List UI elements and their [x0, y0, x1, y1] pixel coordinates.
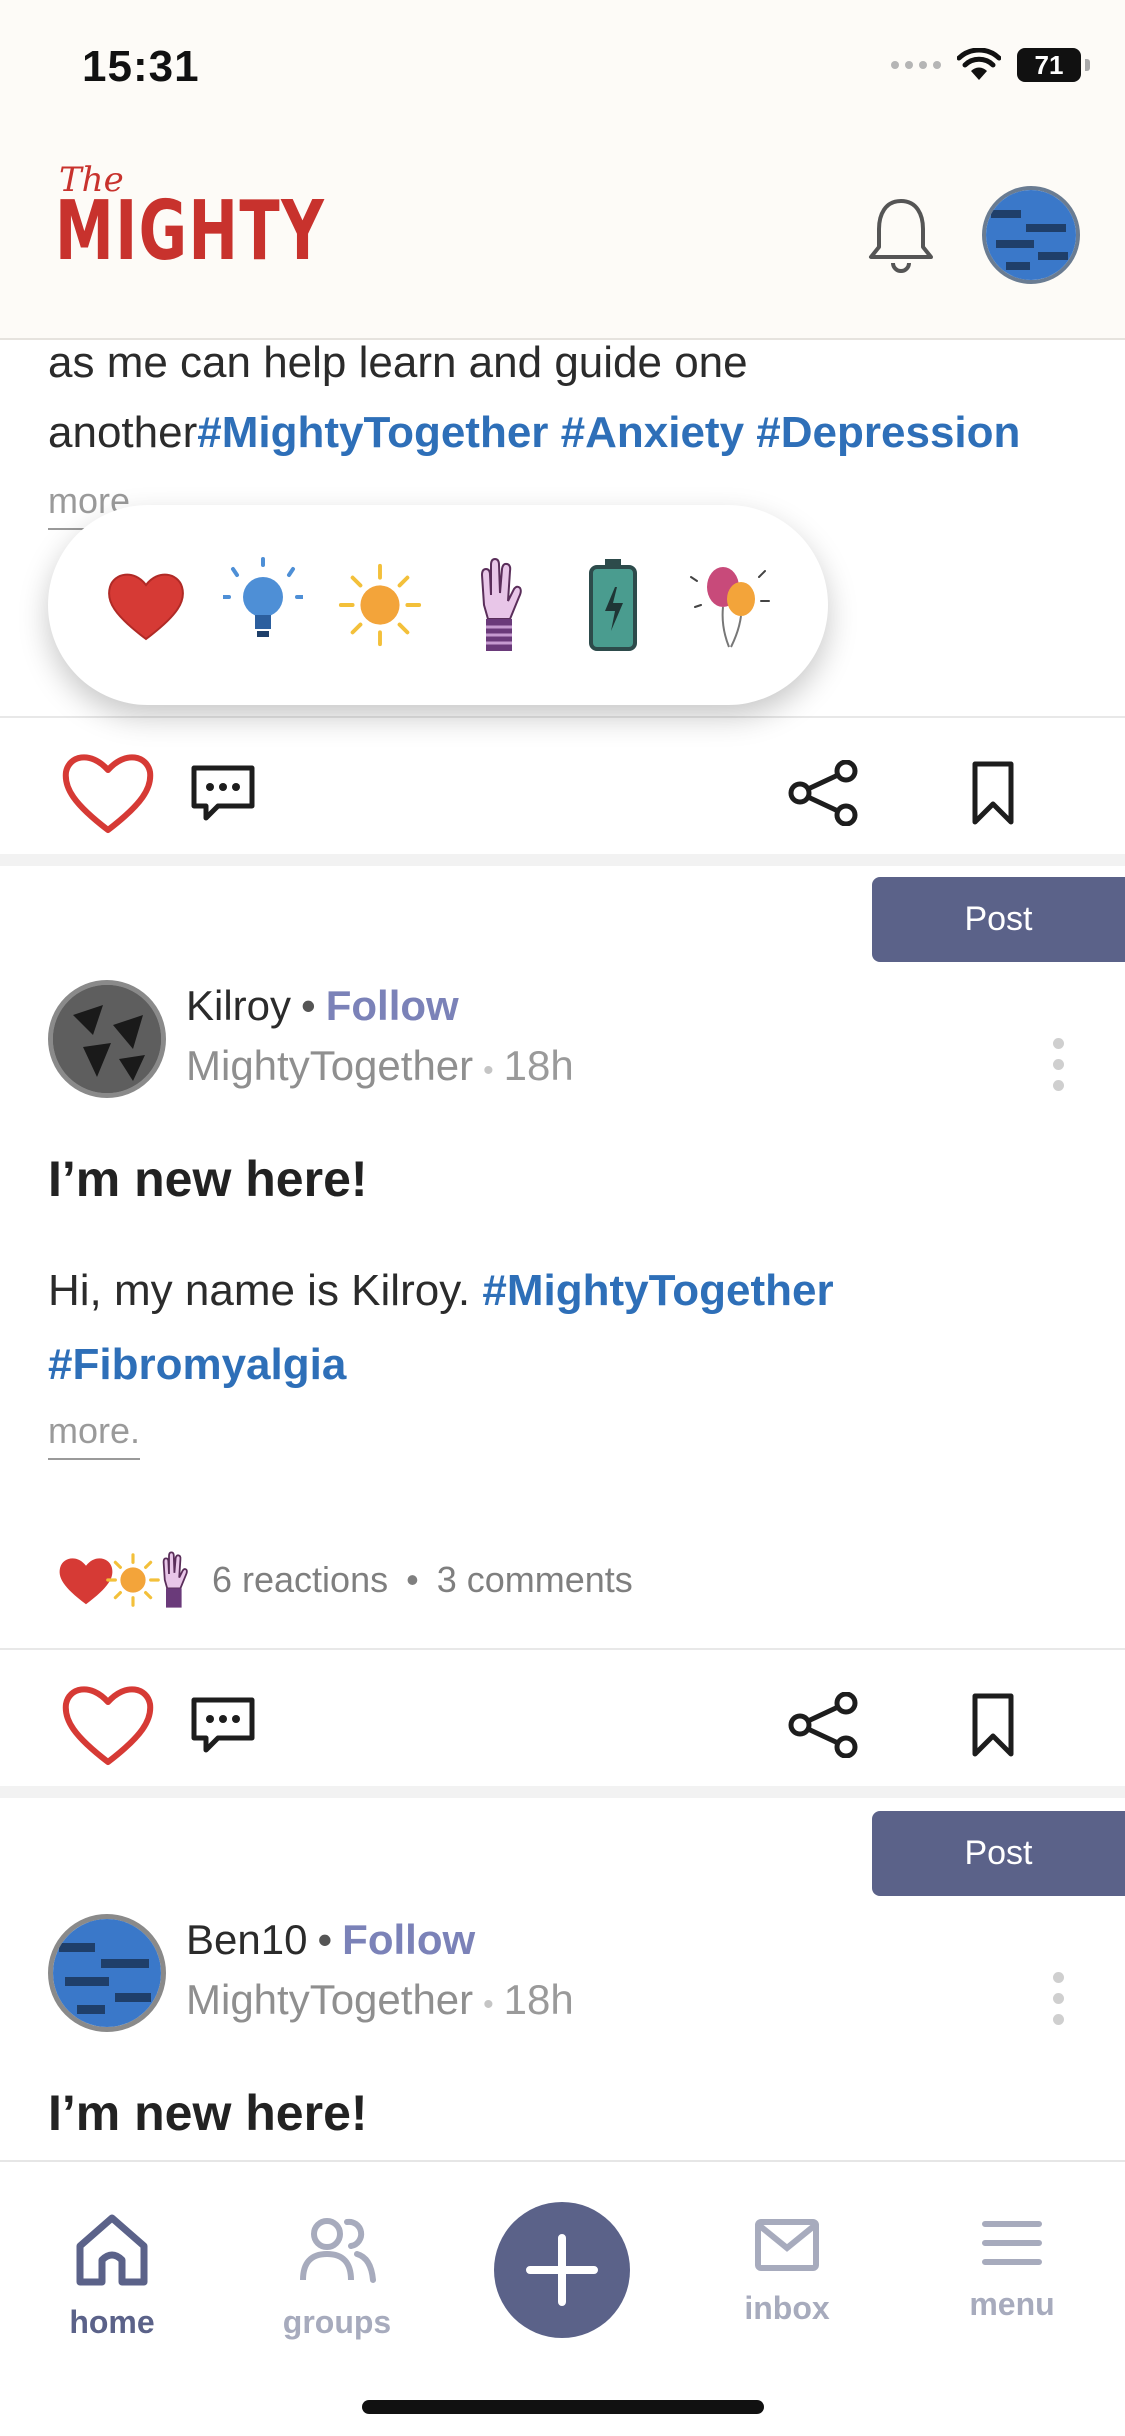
post-body-line-2: #Fibromyalgia [48, 1340, 346, 1390]
reactions-count[interactable]: 6 reactions [212, 1559, 388, 1601]
status-time: 15:31 [82, 42, 200, 91]
like-heart-icon[interactable] [60, 748, 156, 836]
bookmark-icon[interactable] [970, 1692, 1016, 1758]
separator-dot: • [483, 1054, 494, 1087]
previous-post-hashtags[interactable]: #MightyTogether #Anxiety #Depression [197, 408, 1020, 457]
author-avatar[interactable] [48, 1914, 166, 2032]
nav-inbox-label: inbox [744, 2290, 830, 2326]
create-post-button[interactable] [494, 2202, 630, 2338]
previous-post-text: another [48, 408, 198, 457]
reaction-picker [48, 505, 828, 705]
cellular-signal-icon [891, 61, 941, 69]
nav-menu[interactable]: menu [932, 2218, 1092, 2323]
status-icons: 71 [891, 48, 1090, 82]
app-header: 15:31 71 The MIGHTY [0, 0, 1125, 340]
more-options-icon[interactable] [1050, 1038, 1066, 1091]
more-options-icon[interactable] [1050, 1972, 1066, 2025]
balloons-icon[interactable] [685, 555, 775, 655]
group-name[interactable]: MightyTogether [186, 1976, 473, 2023]
separator-dot: • [317, 1916, 333, 1963]
post-body-line-1: Hi, my name is Kilroy. #MightyTogether [48, 1266, 834, 1316]
comments-count[interactable]: 3 comments [437, 1559, 633, 1601]
notifications-bell-icon[interactable] [865, 195, 937, 275]
like-heart-icon[interactable] [60, 1680, 156, 1768]
nav-groups[interactable]: groups [257, 2212, 417, 2341]
mighty-logo[interactable]: The MIGHTY [55, 160, 430, 279]
comment-icon[interactable] [188, 762, 258, 822]
battery-level: 71 [1034, 49, 1064, 80]
post-more-link[interactable]: more. [48, 1410, 141, 1460]
reaction-summary[interactable]: 6 reactions • 3 comments [56, 1550, 633, 1610]
sun-icon[interactable] [335, 555, 425, 655]
post-time: 18h [503, 1042, 574, 1089]
post-time: 18h [503, 1976, 574, 2023]
author-line: Ben10 • Follow [186, 1916, 475, 1964]
hashtag-fibromyalgia[interactable]: #Fibromyalgia [48, 1340, 346, 1389]
home-indicator[interactable] [362, 2400, 764, 2414]
post-button[interactable]: Post [872, 1811, 1125, 1896]
hamburger-menu-icon [982, 2221, 1042, 2265]
battery-icon: 71 [1017, 48, 1090, 82]
post-title[interactable]: I’m new here! [48, 1150, 368, 1208]
share-icon[interactable] [788, 1692, 860, 1758]
nav-home-label: home [69, 2304, 155, 2340]
share-icon[interactable] [788, 760, 860, 826]
home-icon [76, 2214, 148, 2286]
group-name[interactable]: MightyTogether [186, 1042, 473, 1089]
author-line: Kilroy • Follow [186, 982, 459, 1030]
nav-groups-label: groups [282, 2304, 392, 2340]
author-name[interactable]: Kilroy [186, 982, 291, 1029]
inbox-envelope-icon [755, 2219, 819, 2271]
heart-icon[interactable] [101, 555, 191, 655]
previous-post-line-1: as me can help learn and guide one [48, 338, 748, 387]
post-meta: MightyTogether • 18h [186, 1976, 574, 2024]
post-button[interactable]: Post [872, 877, 1125, 962]
separator-dot: • [483, 1988, 494, 2021]
raised-hand-icon [162, 1551, 188, 1608]
raised-hand-icon[interactable] [451, 555, 541, 655]
post-title[interactable]: I’m new here! [48, 2084, 368, 2142]
user-avatar[interactable] [982, 186, 1080, 284]
groups-icon [300, 2218, 376, 2283]
comment-icon[interactable] [188, 1694, 258, 1754]
nav-inbox[interactable]: inbox [707, 2218, 867, 2327]
lightbulb-icon[interactable] [218, 555, 308, 655]
post-meta: MightyTogether • 18h [186, 1042, 574, 1090]
nav-home[interactable]: home [32, 2212, 192, 2341]
wifi-icon [957, 48, 1001, 80]
plus-icon [526, 2234, 598, 2306]
follow-button[interactable]: Follow [342, 1916, 475, 1963]
follow-button[interactable]: Follow [326, 982, 459, 1029]
nav-menu-label: menu [969, 2286, 1055, 2322]
logo-mighty: MIGHTY [55, 184, 326, 279]
author-name[interactable]: Ben10 [186, 1916, 307, 1963]
author-avatar[interactable] [48, 980, 166, 1098]
post-body-text: Hi, my name is Kilroy. [48, 1266, 471, 1315]
battery-icon[interactable] [568, 555, 658, 655]
separator-dot: • [406, 1559, 419, 1600]
post-action-bar [0, 1648, 1125, 1798]
previous-post-line-2: another#MightyTogether #Anxiety #Depress… [48, 408, 1020, 458]
previous-post-action-bar [0, 716, 1125, 866]
hashtag-mightytogether[interactable]: #MightyTogether [482, 1266, 833, 1315]
bookmark-icon[interactable] [970, 760, 1016, 826]
separator-dot: • [301, 982, 316, 1029]
bottom-navigation: home groups inbox menu [0, 2160, 1125, 2436]
